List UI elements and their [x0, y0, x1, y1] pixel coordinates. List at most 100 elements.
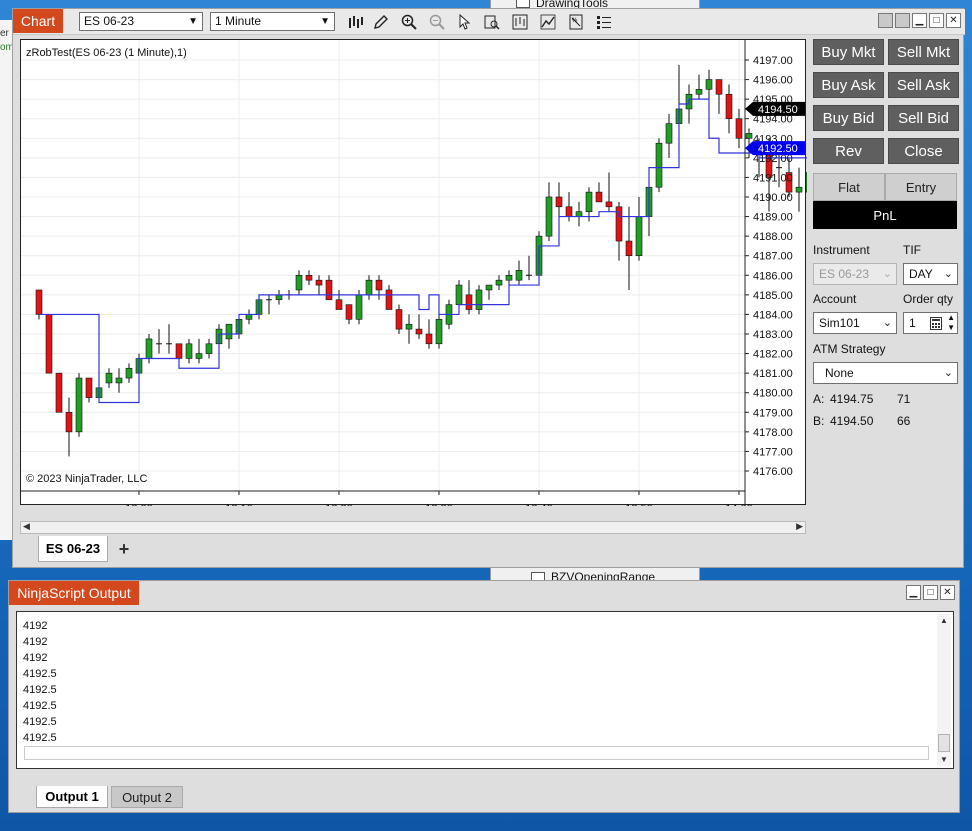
- sell-mkt-button[interactable]: Sell Mkt: [888, 39, 959, 65]
- ask-size: 71: [897, 392, 911, 406]
- candle-body: [85, 377, 93, 398]
- calculator-icon[interactable]: [930, 316, 942, 336]
- minimize-icon[interactable]: ▁: [912, 13, 927, 28]
- candle: [105, 368, 113, 388]
- rev-button[interactable]: Rev: [813, 138, 884, 164]
- candle: [725, 84, 733, 134]
- snap-right-icon[interactable]: [895, 13, 910, 28]
- candle: [615, 201, 623, 261]
- add-tab-button[interactable]: +: [113, 539, 135, 559]
- tab-es-06-23[interactable]: ES 06-23: [38, 536, 108, 562]
- order-qty-value: 1: [909, 316, 916, 330]
- ninjascript-output-window: NinjaScript Output ▁ □ ✕ 4192 4192 4192 419…: [8, 580, 960, 813]
- minimize-icon[interactable]: ▁: [906, 585, 921, 600]
- sell-ask-button[interactable]: Sell Ask: [888, 72, 959, 98]
- price-chart[interactable]: 4197.004196.004195.004194.004193.004192.…: [21, 40, 807, 506]
- output-lines: 4192 4192 4192 4192.5 4192.5 4192.5 4192.5 4192…: [23, 618, 57, 746]
- scroll-up-icon[interactable]: ▲: [940, 616, 948, 625]
- candle-body: [45, 314, 53, 374]
- candle-body: [425, 333, 433, 345]
- drawing-tools-icon[interactable]: [538, 12, 558, 32]
- candle: [465, 280, 473, 315]
- interval-selector[interactable]: 1 Minute ▼: [210, 12, 335, 31]
- scroll-down-icon[interactable]: ▼: [940, 755, 948, 764]
- pencil-icon[interactable]: [371, 12, 391, 32]
- candle: [205, 338, 213, 359]
- chart-plot-area[interactable]: 4197.00 4196.00 4195.00 4194.00 4193.00 4192.…: [20, 39, 807, 506]
- candle: [325, 275, 333, 301]
- maximize-icon[interactable]: □: [929, 13, 944, 28]
- candle-body: [495, 279, 503, 286]
- candle: [245, 309, 253, 325]
- candle-body: [625, 240, 633, 257]
- chevron-down-icon: ▼: [188, 16, 198, 27]
- candlestick-series: [35, 64, 807, 457]
- candle-body: [665, 123, 673, 144]
- output-input-line[interactable]: [24, 746, 929, 760]
- candle-body: [375, 279, 383, 291]
- stepper-arrows-icon[interactable]: ▲ ▼: [947, 313, 955, 333]
- strategy-icon[interactable]: %: [566, 12, 586, 32]
- candle-body: [175, 343, 183, 359]
- close-button[interactable]: Close: [888, 138, 959, 164]
- maximize-icon[interactable]: □: [923, 585, 938, 600]
- chart-horizontal-scrollbar[interactable]: ◀ ▶: [20, 521, 806, 534]
- output-line: 4192.5: [23, 668, 57, 680]
- instrument-label: Instrument: [813, 243, 870, 257]
- candle-body: [555, 196, 563, 208]
- bar-type-icon[interactable]: [346, 12, 366, 32]
- instrument-select-value: ES 06-23: [819, 267, 870, 281]
- data-box-icon[interactable]: [482, 12, 502, 32]
- properties-list-icon[interactable]: [594, 12, 614, 32]
- entry-button[interactable]: Entry: [885, 173, 957, 201]
- candle-body: [715, 79, 723, 95]
- buy-mkt-button[interactable]: Buy Mkt: [813, 39, 884, 65]
- buy-ask-button[interactable]: Buy Ask: [813, 72, 884, 98]
- candle-body: [325, 279, 333, 301]
- tif-label: TIF: [903, 243, 921, 257]
- buy-bid-button[interactable]: Buy Bid: [813, 105, 884, 131]
- flat-button[interactable]: Flat: [813, 173, 885, 201]
- price-tick-label: 4182.00: [753, 349, 793, 361]
- zoom-out-icon[interactable]: [427, 12, 447, 32]
- sell-bid-button[interactable]: Sell Bid: [888, 105, 959, 131]
- atm-strategy-select[interactable]: None ⌄: [813, 362, 958, 384]
- price-tick-label: 4187.00: [753, 251, 793, 263]
- candle-body: [485, 284, 493, 291]
- tab-output-1[interactable]: Output 1: [36, 786, 108, 808]
- candle: [405, 314, 413, 344]
- candle: [635, 197, 643, 261]
- scroll-thumb[interactable]: [938, 734, 950, 752]
- order-qty-stepper[interactable]: 1 ▲ ▼: [903, 312, 958, 334]
- close-icon[interactable]: ✕: [946, 13, 961, 28]
- output-text-area[interactable]: 4192 4192 4192 4192.5 4192.5 4192.5 4192.5 4192…: [16, 611, 954, 769]
- instrument-selector[interactable]: ES 06-23 ▼: [79, 12, 203, 31]
- time-tick-label: 13:10: [225, 503, 253, 506]
- close-icon[interactable]: ✕: [940, 585, 955, 600]
- candle-body: [585, 191, 593, 212]
- snap-left-icon[interactable]: [878, 13, 893, 28]
- chart-trader-icon[interactable]: [510, 12, 530, 32]
- scroll-right-icon[interactable]: ▶: [796, 521, 803, 532]
- scroll-left-icon[interactable]: ◀: [23, 521, 30, 532]
- tif-select[interactable]: DAY ⌄: [903, 263, 958, 285]
- candle-body: [65, 411, 73, 433]
- candle-body: [455, 284, 463, 305]
- output-vertical-scrollbar[interactable]: ▲ ▼: [937, 614, 951, 766]
- tab-output-2[interactable]: Output 2: [111, 786, 183, 808]
- order-qty-label: Order qty: [903, 292, 954, 306]
- candle-body: [635, 216, 643, 257]
- time-tick-label: 13:40: [525, 503, 553, 506]
- candle: [365, 275, 373, 300]
- time-tick-label: 13:20: [325, 503, 353, 506]
- window-title: Chart: [13, 9, 63, 33]
- candle: [515, 260, 523, 286]
- zoom-in-icon[interactable]: [399, 12, 419, 32]
- account-select[interactable]: Sim101 ⌄: [813, 312, 897, 334]
- candle-body: [105, 372, 113, 384]
- output-window-controls: ▁ □ ✕: [906, 585, 955, 600]
- candle-body: [125, 367, 133, 379]
- candle-body: [75, 377, 83, 433]
- pointer-icon[interactable]: [455, 12, 475, 32]
- candle-body: [315, 279, 323, 286]
